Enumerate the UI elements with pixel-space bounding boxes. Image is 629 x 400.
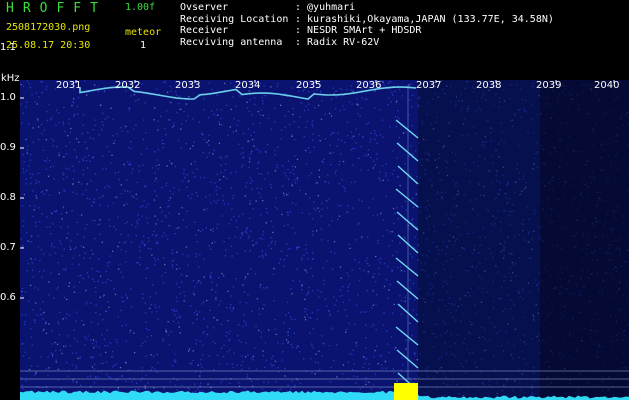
info-value: : @yuhmari [295, 2, 356, 13]
x-tick-label: 2034 [235, 80, 261, 91]
info-value: : Radix RV-62V [295, 36, 380, 48]
info-key: Recviving antenna [180, 36, 283, 48]
x-tick-label: 2039 [536, 80, 562, 91]
x-tick-label: 2035 [296, 80, 322, 91]
x-tick-label: 2031 [56, 80, 82, 91]
info-row-antenna: Recviving antenna : Radix RV-62V [180, 37, 554, 49]
info-key: Receiving Location [180, 13, 289, 25]
spectrogram-svg [20, 80, 629, 400]
meteor-label: meteor [125, 27, 162, 38]
info-value: : NESDR SMArt + HDSDR [295, 25, 422, 36]
info-key: Receiver [180, 25, 229, 36]
y-tick-label: 0.7 [0, 242, 16, 253]
x-tick-label: 2037 [416, 80, 442, 91]
x-tick-label: 2032 [115, 80, 141, 91]
spectrogram [20, 80, 629, 400]
y-tick-label: 0.9 [0, 142, 16, 153]
info-row-receiver: Receiver : NESDR SMArt + HDSDR [180, 25, 554, 37]
file-name: 2508172030.png [6, 22, 91, 33]
info-row-observer: Ovserver : @yuhmari [180, 2, 554, 14]
header-panel: HROFFT 1.00f 2508172030.png 25.08.17 20:… [0, 0, 629, 78]
y-tick-label: 1.0 [0, 92, 16, 103]
y-tick-label: 0.6 [0, 292, 16, 303]
info-row-location: Receiving Location : kurashiki,Okayama,JA… [180, 14, 554, 26]
info-value: : kurashiki,Okayama,JAPAN (133.77E, 34.5… [295, 13, 554, 25]
station-info: Ovserver : @yuhmari Receiving Location : k… [180, 2, 554, 48]
meteor-level-marker [394, 383, 418, 400]
info-key: Ovserver [180, 2, 229, 13]
x-tick-label: 2040 [594, 80, 620, 91]
record-datetime: 25.08.17 20:30 [6, 40, 91, 51]
app-version: 1.00f [125, 2, 156, 13]
y-tick-label: 0.8 [0, 192, 16, 203]
x-tick-label: 2036 [356, 80, 382, 91]
x-tick-label: 2038 [476, 80, 502, 91]
y-unit-label: kHz [1, 73, 20, 84]
meteor-count: 1 [140, 40, 147, 51]
app-brand: HROFFT [6, 1, 107, 16]
y-tick-label: 1.1 [0, 42, 16, 53]
x-tick-label: 2033 [175, 80, 201, 91]
